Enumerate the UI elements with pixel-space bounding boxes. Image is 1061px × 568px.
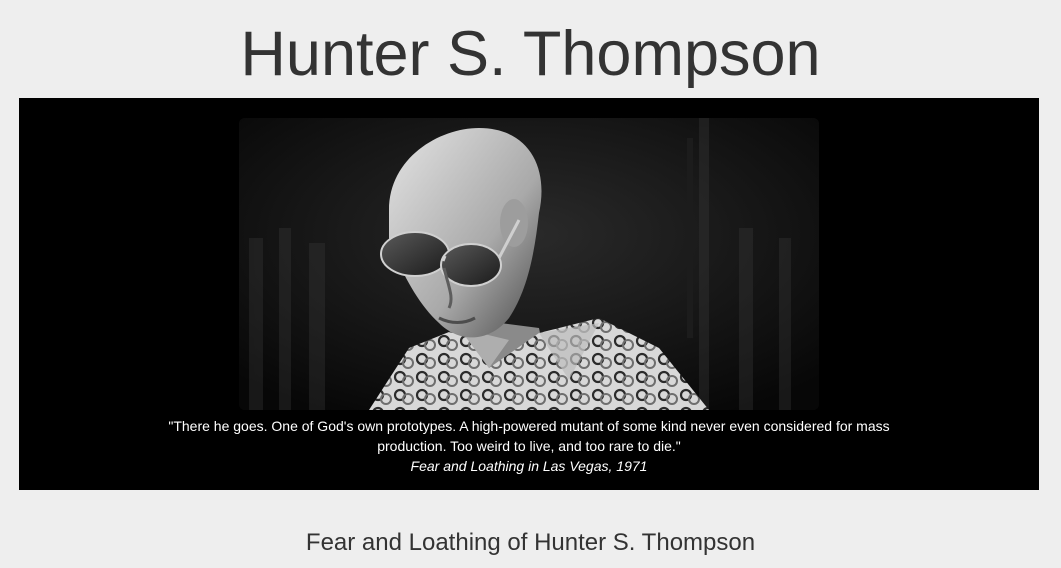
page-title: Hunter S. Thompson <box>240 19 821 89</box>
hero-panel: "There he goes. One of God's own prototy… <box>19 98 1039 490</box>
portrait-photo <box>239 118 819 410</box>
quote-caption: "There he goes. One of God's own prototy… <box>19 416 1039 476</box>
portrait-image <box>239 118 819 410</box>
section-heading: Fear and Loathing of Hunter S. Thompson <box>305 529 756 556</box>
quote-text: "There he goes. One of God's own prototy… <box>168 418 890 454</box>
quote-source: Fear and Loathing in Las Vegas, 1971 <box>410 458 648 474</box>
